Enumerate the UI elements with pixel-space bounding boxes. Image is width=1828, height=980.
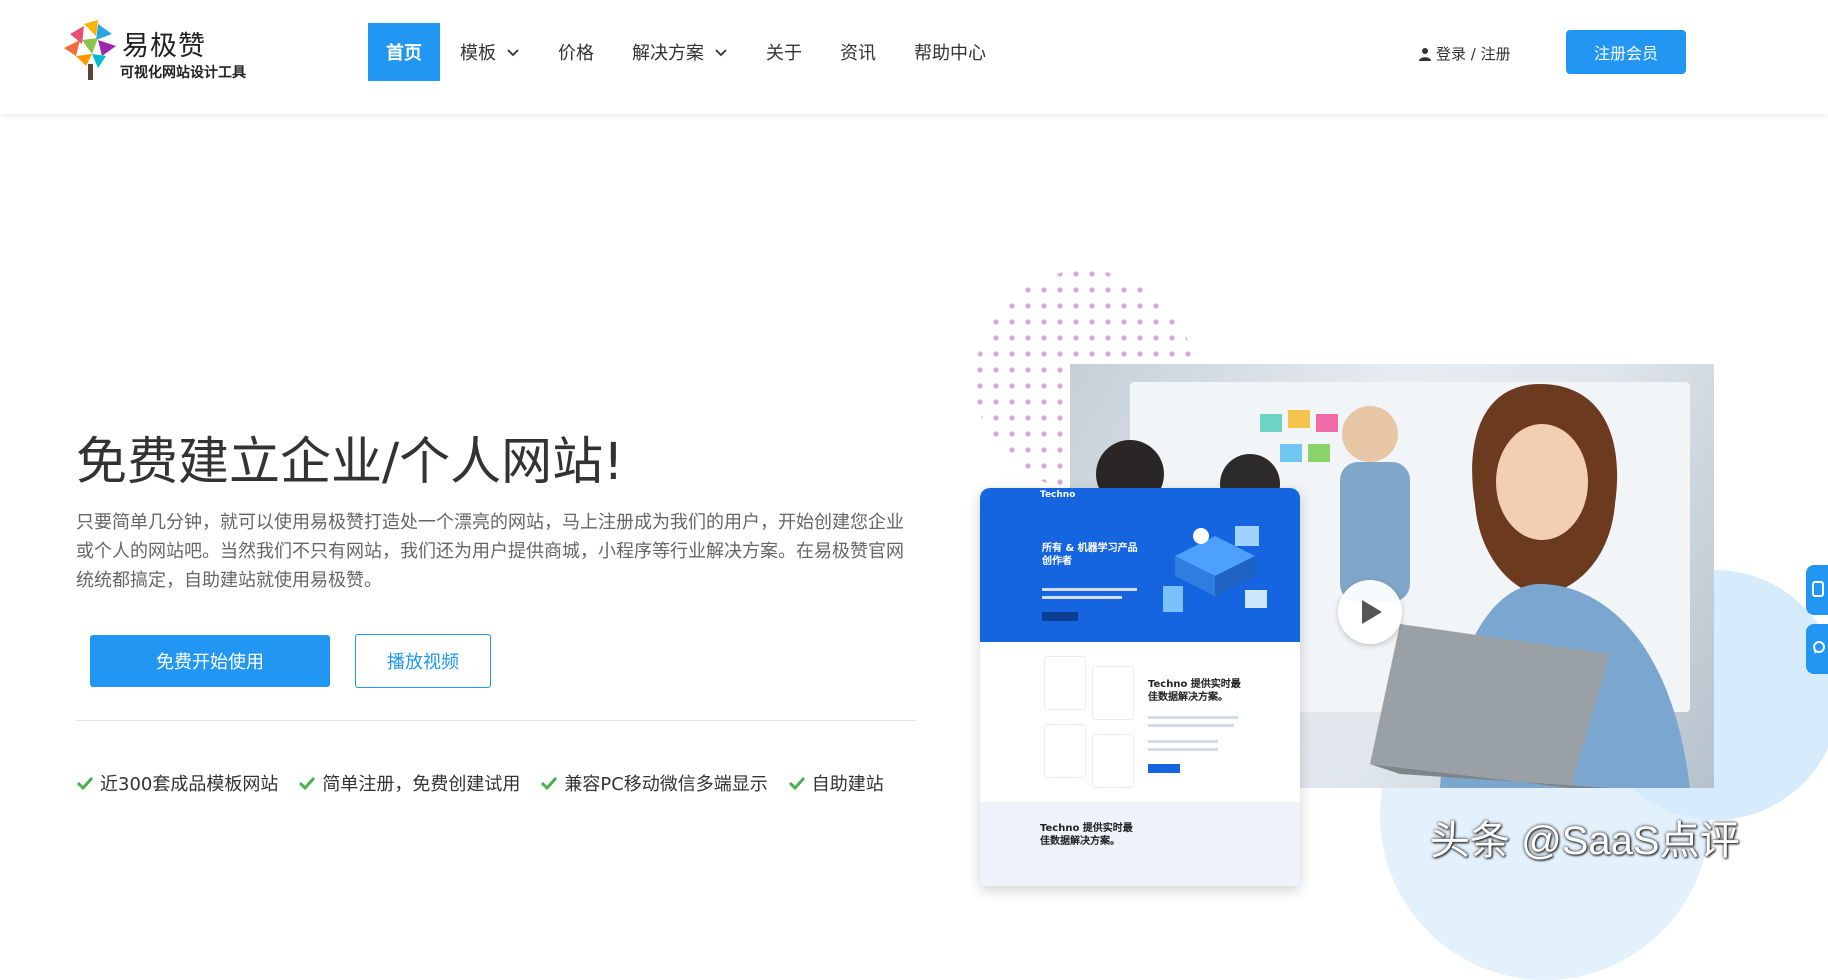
preview-headline: 所有 & 机器学习产品创作者 xyxy=(1042,543,1138,567)
preview-section-title: Techno 提供实时最佳数据解决方案。 xyxy=(1040,823,1133,847)
feature-item: 兼容PC移动微信多端显示 xyxy=(540,770,768,796)
nav-item-home[interactable]: 首页 xyxy=(368,23,440,81)
login-label: 登录 / 注册 xyxy=(1436,45,1511,63)
preview-text-line xyxy=(1148,740,1218,743)
register-member-button[interactable]: 注册会员 xyxy=(1566,30,1686,74)
website-template-preview: Techno 所有 & 机器学习产品创作者 Techno 提供实时最佳数据解决方… xyxy=(980,488,1300,886)
play-video-overlay[interactable] xyxy=(1338,580,1402,644)
feature-item: 自助建站 xyxy=(788,770,884,796)
feature-item: 近300套成品模板网站 xyxy=(76,770,278,796)
preview-text-line xyxy=(1148,724,1234,727)
check-icon xyxy=(541,776,558,791)
contact-icon xyxy=(1812,581,1824,597)
hero-description: 只要简单几分钟，就可以使用易极赞打造处一个漂亮的网站，马上注册成为我们的用户，开… xyxy=(76,512,904,591)
feature-list: 近300套成品模板网站 简单注册，免费创建试用 兼容PC移动微信多端显示 自助建… xyxy=(76,770,904,796)
preview-section-title: Techno 提供实时最佳数据解决方案。 xyxy=(1148,679,1241,703)
preview-text-line xyxy=(1148,716,1238,719)
chevron-down-icon xyxy=(715,49,727,57)
preview-text-line xyxy=(1042,588,1137,591)
user-icon xyxy=(1419,47,1431,61)
chevron-down-icon xyxy=(507,49,519,57)
nav-item-templates[interactable]: 模板 xyxy=(460,23,520,81)
login-register-link[interactable]: 登录 / 注册 xyxy=(1418,43,1511,64)
nav-item-label: 资讯 xyxy=(840,43,876,64)
nav-item-label: 关于 xyxy=(766,43,802,64)
nav-item-label: 模板 xyxy=(460,43,496,64)
preview-button xyxy=(1148,764,1180,773)
site-header: 易极赞 可视化网站设计工具 首页 模板 价格 解决方案 关于 资讯 帮助中心 登… xyxy=(0,0,1828,114)
preview-text-line xyxy=(1042,596,1122,599)
preview-button xyxy=(1042,612,1078,621)
feature-label: 近300套成品模板网站 xyxy=(100,774,279,795)
preview-text-line xyxy=(1148,748,1218,751)
preview-card xyxy=(1092,666,1134,720)
logo-tagline: 可视化网站设计工具 xyxy=(120,65,246,81)
check-icon xyxy=(788,776,805,791)
feature-item: 简单注册，免费创建试用 xyxy=(298,770,520,796)
check-icon xyxy=(299,776,316,791)
feature-label: 兼容PC移动微信多端显示 xyxy=(564,774,768,795)
nav-item-pricing[interactable]: 价格 xyxy=(558,23,594,81)
side-chat-tab[interactable] xyxy=(1806,624,1828,674)
nav-item-label: 价格 xyxy=(558,43,594,64)
preview-card xyxy=(1092,734,1134,788)
play-icon xyxy=(1362,600,1382,624)
side-contact-tab[interactable] xyxy=(1806,565,1828,615)
nav-item-help-center[interactable]: 帮助中心 xyxy=(914,23,986,81)
nav-item-label: 帮助中心 xyxy=(914,43,986,64)
start-free-button[interactable]: 免费开始使用 xyxy=(90,635,330,687)
preview-footer-section xyxy=(980,802,1300,886)
preview-logo: Techno xyxy=(1040,490,1076,500)
preview-card xyxy=(1044,656,1086,710)
watermark: 头条 @SaaS点评 xyxy=(1430,819,1740,863)
nav-item-label: 解决方案 xyxy=(632,43,704,64)
hero-illustration: Techno 所有 & 机器学习产品创作者 Techno 提供实时最佳数据解决方… xyxy=(950,270,1828,980)
nav-item-about[interactable]: 关于 xyxy=(766,23,802,81)
isometric-illustration xyxy=(1163,526,1267,612)
check-icon xyxy=(76,776,94,791)
nav-item-solutions[interactable]: 解决方案 xyxy=(632,23,728,81)
play-video-button[interactable]: 播放视频 xyxy=(355,634,491,688)
nav-item-news[interactable]: 资讯 xyxy=(840,23,876,81)
feature-label: 简单注册，免费创建试用 xyxy=(322,774,521,795)
chat-icon xyxy=(1813,641,1825,654)
hero-title: 免费建立企业/个人网站! xyxy=(76,433,624,492)
logo-tree-icon xyxy=(64,20,116,80)
feature-label: 自助建站 xyxy=(811,774,884,795)
divider xyxy=(76,720,916,721)
preview-card xyxy=(1044,724,1086,778)
nav-item-label: 首页 xyxy=(386,43,422,64)
main-nav: 首页 模板 价格 解决方案 关于 资讯 帮助中心 xyxy=(368,23,1024,81)
logo[interactable]: 易极赞 可视化网站设计工具 xyxy=(62,18,262,86)
logo-name: 易极赞 xyxy=(122,31,206,62)
